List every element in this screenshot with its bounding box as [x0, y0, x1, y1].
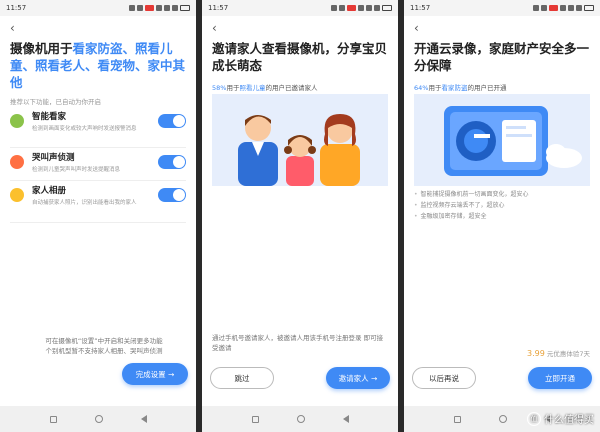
- back-arrow-icon[interactable]: ‹: [10, 22, 15, 34]
- recents-icon[interactable]: [453, 415, 461, 423]
- notification-badge-icon: [549, 5, 558, 11]
- home-icon[interactable]: [498, 415, 507, 423]
- notification-badge-icon: [145, 5, 154, 11]
- phone-screen-cloud: 11:57 ‹ 开通云录像，家庭财产安全多一分保障 64%用于看家防盗的用户已开…: [404, 0, 600, 432]
- cloud-stat: 64%用于看家防盗的用户已开通: [414, 84, 507, 92]
- status-time: 11:57: [208, 4, 229, 12]
- invite-family-button[interactable]: 邀请家人 →: [326, 367, 390, 389]
- cloud-safe-icon: [414, 94, 590, 186]
- android-nav-bar: [202, 406, 398, 432]
- smart-guard-toggle[interactable]: [158, 114, 186, 128]
- family-illustration-icon: [212, 94, 388, 186]
- done-setup-button[interactable]: 完成设置 →: [122, 363, 188, 385]
- back-nav-icon[interactable]: [342, 415, 349, 423]
- feature-family-album: 家人相册 自动捕获家人照片，识别出能看出我的家人: [10, 186, 186, 207]
- page-title: 开通云录像，家庭财产安全多一分保障: [414, 41, 590, 73]
- cry-detection-icon: [10, 155, 24, 169]
- recents-icon[interactable]: [251, 415, 259, 423]
- notification-badge-icon: [347, 5, 356, 11]
- price-offer: 3.99 元优惠体验7天: [526, 349, 590, 358]
- status-icons: [331, 5, 392, 11]
- feature-cry-detection: 哭叫声侦测 检测到儿童哭声叫声时发送提醒消息: [10, 153, 186, 174]
- family-illustration: [212, 94, 388, 186]
- invite-stat: 58%用于照看儿童的用户已邀请家人: [212, 84, 318, 92]
- battery-icon: [180, 5, 190, 11]
- invite-note: 通过手机号邀请家人，被邀请人用该手机号注册登录 即可接受邀请: [212, 334, 384, 352]
- page-title: 摄像机用于看家防盗、照看儿童、照看老人、看宠物、家中其他: [10, 41, 186, 90]
- feature-smart-guard: 智能看家 检测到画面变化或较大声响时发送报警消息: [10, 112, 186, 133]
- cry-detection-toggle[interactable]: [158, 155, 186, 169]
- status-icons: [533, 5, 594, 11]
- android-nav-bar: [0, 406, 196, 432]
- screenshot-collage: 11:57 ‹ 摄像机用于看家防盗、照看儿童、照看老人、看宠物、家中其他 推荐以…: [0, 0, 600, 432]
- family-album-toggle[interactable]: [158, 188, 186, 202]
- settings-note: 可在摄像机“设置”中开启和关闭更多功能 个别机型暂不支持家人相册、哭叫声侦测: [45, 337, 163, 355]
- divider: [10, 147, 186, 148]
- status-time: 11:57: [410, 4, 431, 12]
- back-arrow-icon[interactable]: ‹: [414, 22, 419, 34]
- back-nav-icon[interactable]: [140, 415, 147, 423]
- watermark-logo-icon: 值: [527, 411, 541, 426]
- bullet-item: 金融级加密存储，超安全: [414, 212, 487, 221]
- battery-icon: [584, 5, 594, 11]
- bullet-item: 监控视频存云端丢不了，超放心: [414, 201, 505, 210]
- status-bar: 11:57: [0, 0, 196, 16]
- phone-screen-setup: 11:57 ‹ 摄像机用于看家防盗、照看儿童、照看老人、看宠物、家中其他 推荐以…: [0, 0, 196, 432]
- phone-screen-invite: 11:57 ‹ 邀请家人查看摄像机，分享宝贝成长萌态 58%用于照看儿童的用户已…: [202, 0, 398, 432]
- battery-icon: [382, 5, 392, 11]
- divider: [10, 222, 186, 223]
- status-bar: 11:57: [202, 0, 398, 16]
- status-time: 11:57: [6, 4, 27, 12]
- home-icon[interactable]: [94, 415, 103, 423]
- activate-now-button[interactable]: 立即开通: [528, 367, 592, 389]
- family-album-icon: [10, 188, 24, 202]
- recents-icon[interactable]: [49, 415, 57, 423]
- back-arrow-icon[interactable]: ‹: [212, 22, 217, 34]
- divider: [10, 180, 186, 181]
- later-button[interactable]: 以后再说: [412, 367, 476, 389]
- subtitle: 推荐以下功能，已自动为你开启: [10, 98, 101, 106]
- bullet-item: 智能捕捉摄像机前一切画面变化，超安心: [414, 190, 529, 199]
- page-title: 邀请家人查看摄像机，分享宝贝成长萌态: [212, 41, 388, 73]
- status-bar: 11:57: [404, 0, 600, 16]
- status-icons: [129, 5, 190, 11]
- skip-button[interactable]: 跳过: [210, 367, 274, 389]
- home-icon[interactable]: [296, 415, 305, 423]
- watermark: 值 什么值得买: [527, 411, 594, 426]
- cloud-illustration: [414, 94, 590, 186]
- smart-guard-icon: [10, 114, 24, 128]
